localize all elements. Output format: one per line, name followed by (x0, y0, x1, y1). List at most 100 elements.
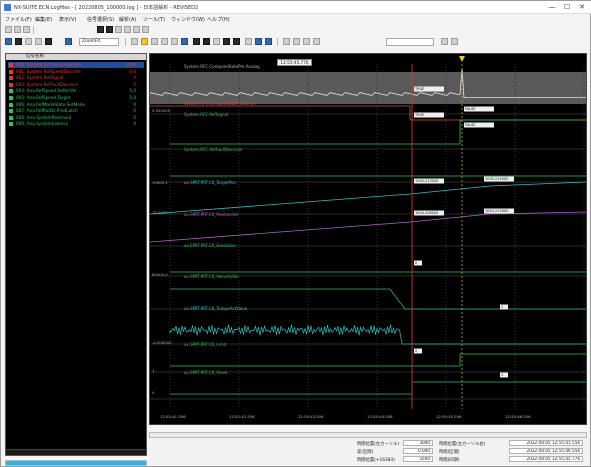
minimize-button[interactable]: — (546, 3, 558, 12)
trace-torque-act (169, 324, 586, 345)
help-icon[interactable] (451, 38, 458, 45)
info-label-left-2: 差(区間) (357, 450, 374, 455)
x-tick-label: 12:55:45.556 (436, 414, 462, 419)
filter-icon[interactable] (283, 38, 290, 45)
lock-icon[interactable] (303, 38, 310, 45)
tag-icon[interactable] (293, 38, 300, 45)
scale-label: 5.000000 (152, 108, 171, 113)
menu-edit[interactable]: 編集(E) (35, 16, 52, 23)
value-tag-text: 1005.213000 (415, 179, 438, 183)
title-bar: NX-SUITE ECN Logfiles - [ 20220805_10000… (1, 1, 591, 14)
sync-icon[interactable] (265, 38, 272, 45)
signal-name: 002: System.RefSignal (16, 75, 64, 81)
undo-icon[interactable] (124, 26, 131, 33)
arrow-icon[interactable] (213, 38, 220, 45)
signal-row[interactable]: 004: Ana.RefSpeed.SetterVal 5.0 (8, 88, 144, 94)
cut-icon[interactable] (97, 26, 104, 33)
cursor-marker (459, 56, 465, 62)
chart-icon[interactable] (233, 38, 240, 45)
zoom-in-icon[interactable] (25, 38, 32, 45)
signal-value: 1000 (125, 62, 136, 67)
value-tag-text: 1005.219000 (485, 177, 508, 181)
select-icon[interactable] (5, 38, 12, 45)
settings-icon[interactable] (441, 38, 448, 45)
menu-window[interactable]: ウィンドウ(W) (171, 16, 205, 23)
signal-row[interactable]: 005: Ana.RefSpeed.Target 5.0 (8, 95, 144, 101)
signal-name: 006: Ana.RefModeState.SetMode (16, 101, 86, 107)
signal-color-swatch (9, 102, 13, 107)
search-select[interactable] (386, 38, 434, 46)
menu-view[interactable]: 表示(V) (59, 16, 76, 23)
signal-color-swatch (9, 63, 13, 67)
signal-color-swatch (9, 82, 13, 87)
signal-row[interactable]: 000: System.RefComputeState 1000 (8, 62, 144, 68)
signal-row[interactable]: 009: Ana.SystemLatency 0 (8, 121, 144, 127)
menu-tools[interactable]: ツール(T) (143, 16, 165, 23)
zoom-out-icon[interactable] (35, 38, 42, 45)
cursor-left-icon[interactable] (131, 38, 138, 45)
new-icon[interactable] (5, 26, 12, 33)
value-tag-text: FALSE (465, 123, 475, 127)
trace-label: System.RFC.RefSignal (184, 112, 228, 117)
signal-name: 001: System.RefSpeedDiscrete (16, 68, 81, 74)
signal-row[interactable]: 003: System.RefFaultDecision 0 (8, 82, 144, 88)
table-icon[interactable] (223, 38, 230, 45)
signal-value: 5.0 (129, 88, 136, 94)
info-label-left-1: 時間位置(左カーソル) (357, 442, 400, 447)
value-tag-text: 1 (501, 305, 503, 309)
signal-list-header: 信号名称 (6, 54, 146, 60)
signal-row[interactable]: 008: Ana.SystemReserved 0 (8, 115, 144, 121)
copy-icon[interactable] (106, 26, 113, 33)
trigger-icon[interactable] (181, 38, 188, 45)
app-icon (4, 4, 11, 11)
paste-icon[interactable] (115, 26, 122, 33)
signal-row[interactable]: 001: System.RefSpeedDiscrete 0.0 (8, 69, 144, 75)
signal-color-swatch (9, 89, 13, 94)
value-tag-text: 1 (501, 373, 503, 377)
signal-row[interactable]: 007: Ana.RefRotDir.ProdLatch 0 (8, 108, 144, 114)
value-tag: FALSE (464, 122, 494, 128)
pan-icon[interactable] (15, 38, 22, 45)
info-value-right-1: 2022.08.05 12:55:41.556 (509, 440, 583, 446)
print-icon[interactable] (142, 26, 149, 33)
signal-color-swatch (9, 122, 13, 127)
redo-icon[interactable] (133, 26, 140, 33)
trace-label: ax.SPRT.PRT.Ctl_Reset (184, 370, 228, 375)
signal-value: 0 (133, 108, 136, 114)
signal-panel: 信号名称 000: System.RefComputeState 1000 001:… (5, 53, 147, 456)
trace-label: ax.SPRT.PRT.Ctl_Limit (184, 342, 227, 347)
measure-icon[interactable] (171, 38, 178, 45)
marker-icon[interactable] (141, 38, 148, 45)
info-value-left-2: 0.000 (403, 448, 433, 454)
menu-file[interactable]: ファイル(F) (5, 16, 32, 23)
merge-icon[interactable] (203, 38, 210, 45)
zoom-select[interactable]: ZoomFit (79, 38, 119, 46)
link-icon[interactable] (255, 38, 262, 45)
menu-help[interactable]: ヘルプ(H) (207, 16, 230, 23)
close-button[interactable]: ✕ (576, 3, 588, 12)
signal-scrollbar[interactable] (6, 449, 146, 455)
zoom-rect-icon[interactable] (45, 38, 52, 45)
toolbar-top (1, 25, 591, 35)
fit-icon[interactable] (65, 38, 72, 45)
open-icon[interactable] (14, 26, 21, 33)
value-tag: 1 (500, 304, 508, 310)
signal-row[interactable]: 002: System.RefSignal 0 (8, 75, 144, 81)
export-icon[interactable] (245, 38, 252, 45)
value-tag-text: TRUE (414, 113, 424, 117)
menu-analyze[interactable]: 解析(A) (119, 16, 136, 23)
save-icon[interactable] (23, 26, 30, 33)
trace-label: System.RFC.ComputeState.Boolean (184, 101, 256, 106)
value-tag-text: FALSE (465, 107, 475, 111)
x-tick-label: 12:55:41.556 (160, 414, 186, 419)
split-icon[interactable] (193, 38, 200, 45)
signal-row[interactable]: 006: Ana.RefModeState.SetMode 0 (8, 102, 144, 108)
maximize-button[interactable]: ☐ (561, 3, 573, 12)
note-icon[interactable] (313, 38, 320, 45)
value-tag: 1005.219000 (484, 176, 514, 182)
waveform-plot[interactable]: System.RFC.ComputeStatePre.Analog System.… (149, 53, 587, 425)
signal-value: 0 (133, 75, 136, 81)
layout-icon[interactable] (161, 38, 168, 45)
menu-signal[interactable]: 信号選択(S) (87, 16, 114, 23)
grid-icon[interactable] (151, 38, 158, 45)
